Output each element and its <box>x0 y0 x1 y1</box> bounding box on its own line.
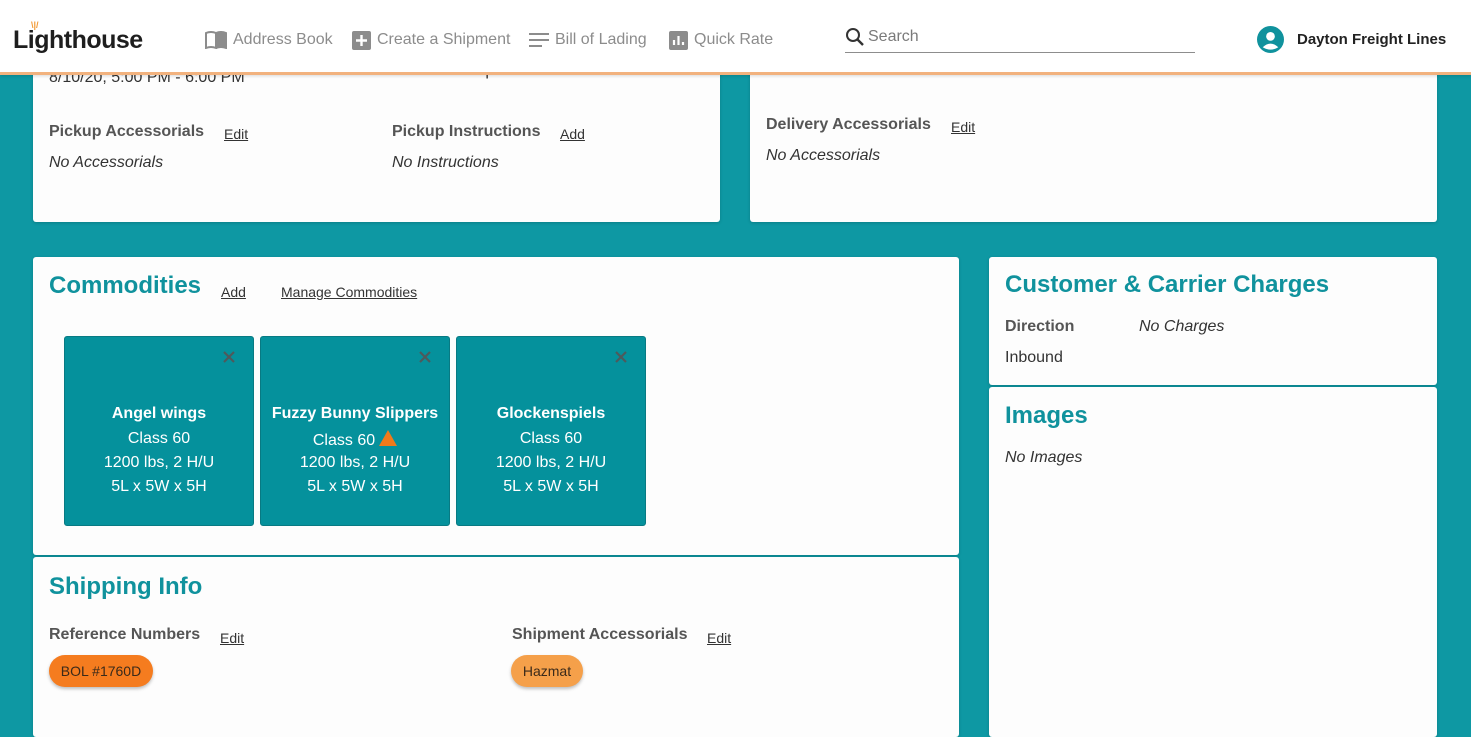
account-circle-icon <box>1257 26 1284 53</box>
nav-address-book[interactable]: Address Book <box>205 28 333 52</box>
nav-quick-rate[interactable]: Quick Rate <box>669 28 773 52</box>
close-icon[interactable] <box>223 351 235 363</box>
search-bar[interactable] <box>845 22 1195 53</box>
nav-bill-of-lading-label: Bill of Lading <box>555 31 647 48</box>
commodity-name: Fuzzy Bunny Slippers <box>271 405 439 422</box>
bol-reference-pill[interactable]: BOL #1760D <box>49 655 153 687</box>
shipment-accessorials-label: Shipment Accessorials <box>512 626 688 643</box>
pickup-instructions-add-link[interactable]: Add <box>560 126 585 142</box>
commodity-weight: 1200 lbs, 2 H/U <box>299 454 411 471</box>
manage-commodities-link[interactable]: Manage Commodities <box>281 284 417 300</box>
pickup-instructions-value: No Instructions <box>392 154 499 171</box>
images-value: No Images <box>1005 449 1083 466</box>
lighthouse-logo[interactable]: Lighthouse <box>13 26 143 55</box>
shipping-info-title: Shipping Info <box>49 573 203 600</box>
delivery-accessorials-value: No Accessorials <box>766 147 881 164</box>
direction-label: Direction <box>1005 318 1075 335</box>
account-name: Dayton Freight Lines <box>1297 31 1447 48</box>
book-icon <box>205 31 227 49</box>
commodity-class: Class 60 <box>519 430 583 447</box>
pickup-accessorials-value: No Accessorials <box>49 154 164 171</box>
pickup-accessorials-label: Pickup Accessorials <box>49 123 205 140</box>
hazmat-warning-icon <box>379 430 398 446</box>
images-title: Images <box>1005 402 1088 429</box>
commodity-weight: 1200 lbs, 2 H/U <box>103 454 215 471</box>
commodity-tile[interactable]: Glockenspiels Class 60 1200 lbs, 2 H/U 5… <box>456 336 646 526</box>
nav-create-shipment-label: Create a Shipment <box>377 31 511 48</box>
delivery-accessorials-edit-link[interactable]: Edit <box>951 119 975 135</box>
commodity-name: Angel wings <box>111 405 207 422</box>
commodity-class-row: Class 60 <box>261 430 449 450</box>
logo-rays-icon: \|/ <box>31 20 39 30</box>
commodity-name: Glockenspiels <box>496 405 606 422</box>
charges-value: No Charges <box>1139 318 1225 335</box>
direction-value: Inbound <box>1005 349 1063 366</box>
nav-create-shipment[interactable]: Create a Shipment <box>352 28 510 52</box>
list-icon <box>529 33 549 47</box>
hazmat-accessorial-pill[interactable]: Hazmat <box>511 655 583 687</box>
top-navigation-bar: Lighthouse \|/ Address Book Create a Shi… <box>0 0 1471 75</box>
search-input[interactable] <box>868 28 1168 46</box>
reference-numbers-edit-link[interactable]: Edit <box>220 630 244 646</box>
pickup-accessorials-edit-link[interactable]: Edit <box>224 126 248 142</box>
commodity-dimensions: 5L x 5W x 5H <box>307 478 403 495</box>
commodity-class: Class 60 <box>312 432 376 449</box>
commodity-weight: 1200 lbs, 2 H/U <box>495 454 607 471</box>
add-box-icon <box>352 30 371 50</box>
commodity-dimensions: 5L x 5W x 5H <box>503 478 599 495</box>
close-icon[interactable] <box>419 351 431 363</box>
delivery-accessorials-label: Delivery Accessorials <box>766 116 931 133</box>
commodity-class: Class 60 <box>127 430 191 447</box>
shipment-accessorials-edit-link[interactable]: Edit <box>707 630 731 646</box>
pickup-instructions-label: Pickup Instructions <box>392 123 541 140</box>
commodities-add-link[interactable]: Add <box>221 284 246 300</box>
close-icon[interactable] <box>615 351 627 363</box>
reference-numbers-label: Reference Numbers <box>49 626 201 643</box>
images-card <box>989 387 1437 737</box>
bar-chart-icon <box>669 30 688 50</box>
nav-address-book-label: Address Book <box>233 31 333 48</box>
account-menu[interactable]: Dayton Freight Lines <box>1257 26 1446 53</box>
search-icon <box>846 28 864 46</box>
commodity-tile[interactable]: Angel wings Class 60 1200 lbs, 2 H/U 5L … <box>64 336 254 526</box>
nav-bill-of-lading[interactable]: Bill of Lading <box>529 28 647 52</box>
commodities-title: Commodities <box>49 272 202 299</box>
commodity-tile[interactable]: Fuzzy Bunny Slippers Class 60 1200 lbs, … <box>260 336 450 526</box>
charges-title: Customer & Carrier Charges <box>1005 271 1330 298</box>
nav-quick-rate-label: Quick Rate <box>694 31 774 48</box>
commodity-dimensions: 5L x 5W x 5H <box>111 478 207 495</box>
